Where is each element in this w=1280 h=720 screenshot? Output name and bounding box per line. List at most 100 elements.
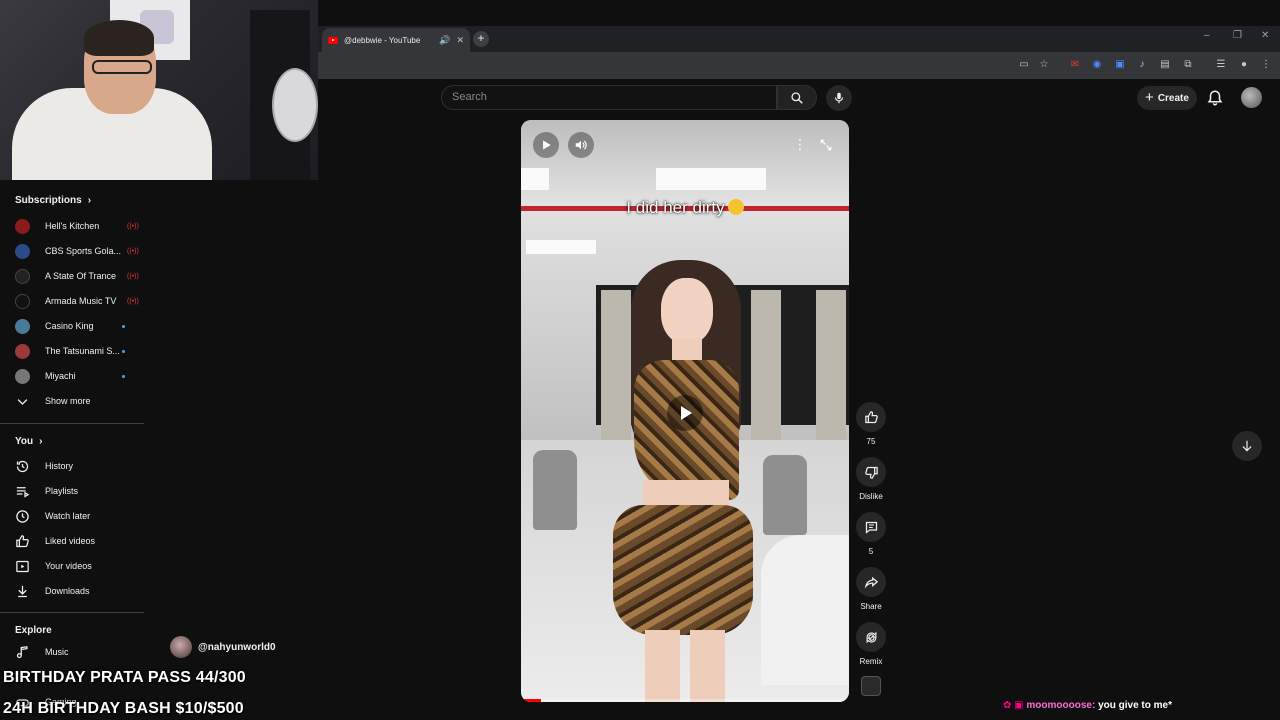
- sidebar-item-subscription[interactable]: Armada Music TV ((•)): [15, 291, 139, 311]
- new-content-dot: [122, 349, 125, 353]
- fullscreen-icon[interactable]: [819, 138, 833, 152]
- live-icon: ((•)): [127, 273, 139, 280]
- center-play-icon[interactable]: [667, 395, 703, 431]
- extension-icon[interactable]: ▣: [1113, 58, 1127, 72]
- sidebar-item-music[interactable]: Music: [15, 642, 140, 662]
- sidebar-item-history[interactable]: History: [15, 456, 140, 476]
- sidebar-item-your-videos[interactable]: Your videos: [15, 556, 140, 576]
- tab-audio-icon[interactable]: 🔊: [439, 35, 450, 46]
- chat-message: ✿ ▣ moomoooose: you give to me*: [1003, 700, 1172, 711]
- bookmark-star-icon[interactable]: ☆: [1037, 58, 1051, 72]
- audio-extension-icon[interactable]: ♪: [1135, 58, 1149, 72]
- maximize-button[interactable]: ❐: [1233, 30, 1242, 41]
- volume-button[interactable]: [568, 132, 594, 158]
- scene-curtain: [751, 290, 781, 450]
- remix-label: Remix: [859, 657, 883, 666]
- sidebar-divider: [0, 423, 144, 424]
- gmail-extension-icon[interactable]: ✉: [1068, 58, 1082, 72]
- subscription-label: CBS Sports Gola...: [45, 246, 122, 256]
- sidebar-item-label: Downloads: [45, 586, 90, 596]
- play-button[interactable]: [533, 132, 559, 158]
- share-label: Share: [860, 602, 882, 611]
- comments-button[interactable]: 5: [856, 512, 886, 556]
- video-progress-bar[interactable]: [521, 699, 849, 702]
- scene-curtain: [816, 290, 846, 450]
- webcam-fan: [272, 68, 318, 142]
- sidebar-item-watch-later[interactable]: Watch later: [15, 506, 140, 526]
- cast-icon[interactable]: ▭: [1017, 58, 1031, 72]
- dislike-button[interactable]: Dislike: [856, 457, 886, 501]
- scene-ceiling-light: [526, 240, 596, 254]
- chat-badge-icon: ✿ ▣: [1003, 700, 1024, 711]
- search-button[interactable]: [777, 85, 817, 110]
- show-more-label: Show more: [45, 396, 91, 406]
- more-options-icon[interactable]: ⋮: [793, 137, 807, 151]
- subscription-label: Hell's Kitchen: [45, 221, 100, 231]
- tab-title: @debbwie - YouTube: [344, 35, 421, 45]
- sidebar-item-liked-videos[interactable]: Liked videos: [15, 531, 140, 551]
- extension-icon[interactable]: ◉: [1090, 58, 1104, 72]
- account-avatar[interactable]: [1241, 87, 1262, 108]
- scene-chair: [763, 455, 807, 535]
- download-icon: [18, 585, 27, 597]
- subject-legs: [645, 630, 725, 702]
- you-title: You: [15, 436, 34, 447]
- channel-info[interactable]: @nahyunworld0: [170, 636, 276, 658]
- subscriptions-title: Subscriptions: [15, 195, 82, 206]
- voice-search-button[interactable]: [826, 85, 852, 111]
- extensions-puzzle-icon[interactable]: ⧉: [1181, 58, 1195, 72]
- browser-tab[interactable]: @debbwie - YouTube 🔊 ✕: [322, 28, 470, 52]
- notifications-bell-icon[interactable]: [1206, 89, 1224, 107]
- sidebar-item-subscription[interactable]: Hell's Kitchen ((•)): [15, 216, 139, 236]
- video-caption: I did her dirty: [521, 198, 849, 218]
- remix-button[interactable]: Remix: [856, 622, 886, 666]
- create-button[interactable]: + Create: [1137, 86, 1197, 110]
- remix-icon: [866, 631, 876, 643]
- sidebar-item-playlists[interactable]: Playlists: [15, 481, 140, 501]
- reading-list-icon[interactable]: ☰: [1214, 58, 1228, 72]
- channel-handle: @nahyunworld0: [198, 641, 276, 653]
- scene-ceiling: [521, 120, 849, 210]
- subject-skirt: [613, 505, 753, 635]
- sidebar-divider: [0, 612, 144, 613]
- short-video-player[interactable]: I did her dirty ⋮: [521, 120, 849, 702]
- video-progress-fill: [521, 699, 541, 702]
- extension-icon[interactable]: ▤: [1158, 58, 1172, 72]
- scene-curtain: [601, 290, 631, 450]
- like-button[interactable]: 75: [856, 402, 886, 446]
- show-more-button[interactable]: Show more: [15, 391, 140, 411]
- chat-username: moomoooose:: [1026, 700, 1096, 711]
- profile-icon[interactable]: ●: [1237, 58, 1251, 72]
- sidebar-item-downloads[interactable]: Downloads: [15, 581, 140, 601]
- scene-table: [761, 535, 849, 685]
- sidebar-item-label: Liked videos: [45, 536, 96, 546]
- channel-avatar: [15, 318, 30, 334]
- stream-goal-prata: BIRTHDAY PRATA PASS 44/300: [3, 669, 246, 686]
- share-button[interactable]: Share: [856, 567, 886, 611]
- you-header[interactable]: You ›: [15, 436, 43, 447]
- history-icon: [16, 460, 29, 472]
- sidebar-item-subscription[interactable]: CBS Sports Gola... ((•)): [15, 241, 139, 261]
- new-tab-button[interactable]: +: [473, 31, 489, 47]
- subscriptions-header[interactable]: Subscriptions ›: [15, 195, 91, 206]
- sound-thumbnail[interactable]: [861, 676, 881, 696]
- browser-menu-icon[interactable]: ⋮: [1259, 58, 1273, 72]
- channel-avatar: [15, 268, 30, 284]
- search-input[interactable]: Search: [441, 85, 777, 110]
- thumbs-down-icon: [864, 466, 878, 479]
- minimize-button[interactable]: –: [1204, 30, 1210, 41]
- subscription-label: Armada Music TV: [45, 296, 117, 306]
- explore-header: Explore: [15, 625, 52, 636]
- next-short-button[interactable]: [1232, 431, 1262, 461]
- comment-icon: [865, 521, 877, 534]
- sidebar-item-subscription[interactable]: Miyachi: [15, 366, 135, 386]
- sidebar-item-subscription[interactable]: Casino King: [15, 316, 135, 336]
- caption-text: I did her dirty: [626, 198, 725, 217]
- subscription-label: Casino King: [45, 321, 94, 331]
- volume-icon: [575, 140, 587, 150]
- close-window-button[interactable]: ✕: [1261, 30, 1269, 41]
- tab-close-icon[interactable]: ✕: [456, 35, 464, 46]
- sidebar-item-subscription[interactable]: A State Of Trance ((•)): [15, 266, 139, 286]
- share-icon: [864, 576, 878, 588]
- sidebar-item-subscription[interactable]: The Tatsunami S...: [15, 341, 135, 361]
